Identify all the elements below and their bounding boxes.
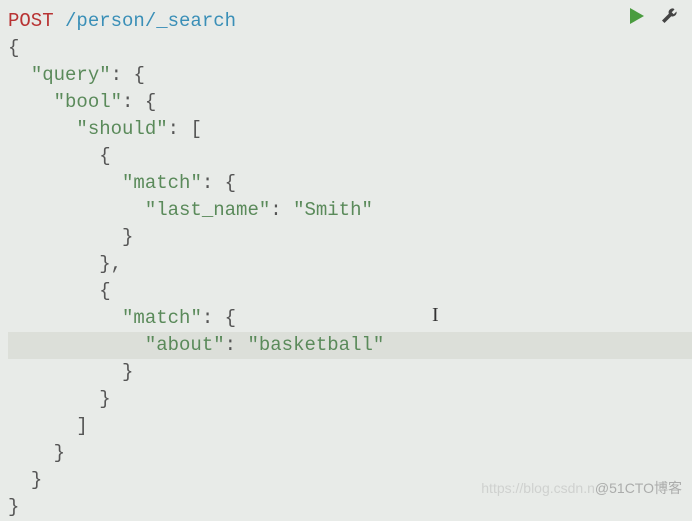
- code-line: "should": [: [8, 116, 692, 143]
- code-line: {: [8, 143, 692, 170]
- code-line: "bool": {: [8, 89, 692, 116]
- code-editor[interactable]: POST /person/_search { "query": { "bool"…: [0, 0, 692, 521]
- code-line: }: [8, 359, 692, 386]
- code-line: {: [8, 278, 692, 305]
- code-line: }: [8, 224, 692, 251]
- code-line: }: [8, 386, 692, 413]
- code-line: "query": {: [8, 62, 692, 89]
- code-line: }: [8, 440, 692, 467]
- code-line: ]: [8, 413, 692, 440]
- code-line: },: [8, 251, 692, 278]
- request-line: POST /person/_search: [8, 8, 692, 35]
- code-line: "match": {: [8, 170, 692, 197]
- code-line: "last_name": "Smith": [8, 197, 692, 224]
- watermark: https://blog.csdn.n@51CTO博客: [481, 478, 682, 498]
- code-line: {: [8, 35, 692, 62]
- endpoint-path: /person/_search: [65, 10, 236, 32]
- code-line: "match": {: [8, 305, 692, 332]
- text-cursor-icon: I: [432, 304, 439, 327]
- http-method: POST: [8, 10, 54, 32]
- code-line-active: "about": "basketball": [8, 332, 692, 359]
